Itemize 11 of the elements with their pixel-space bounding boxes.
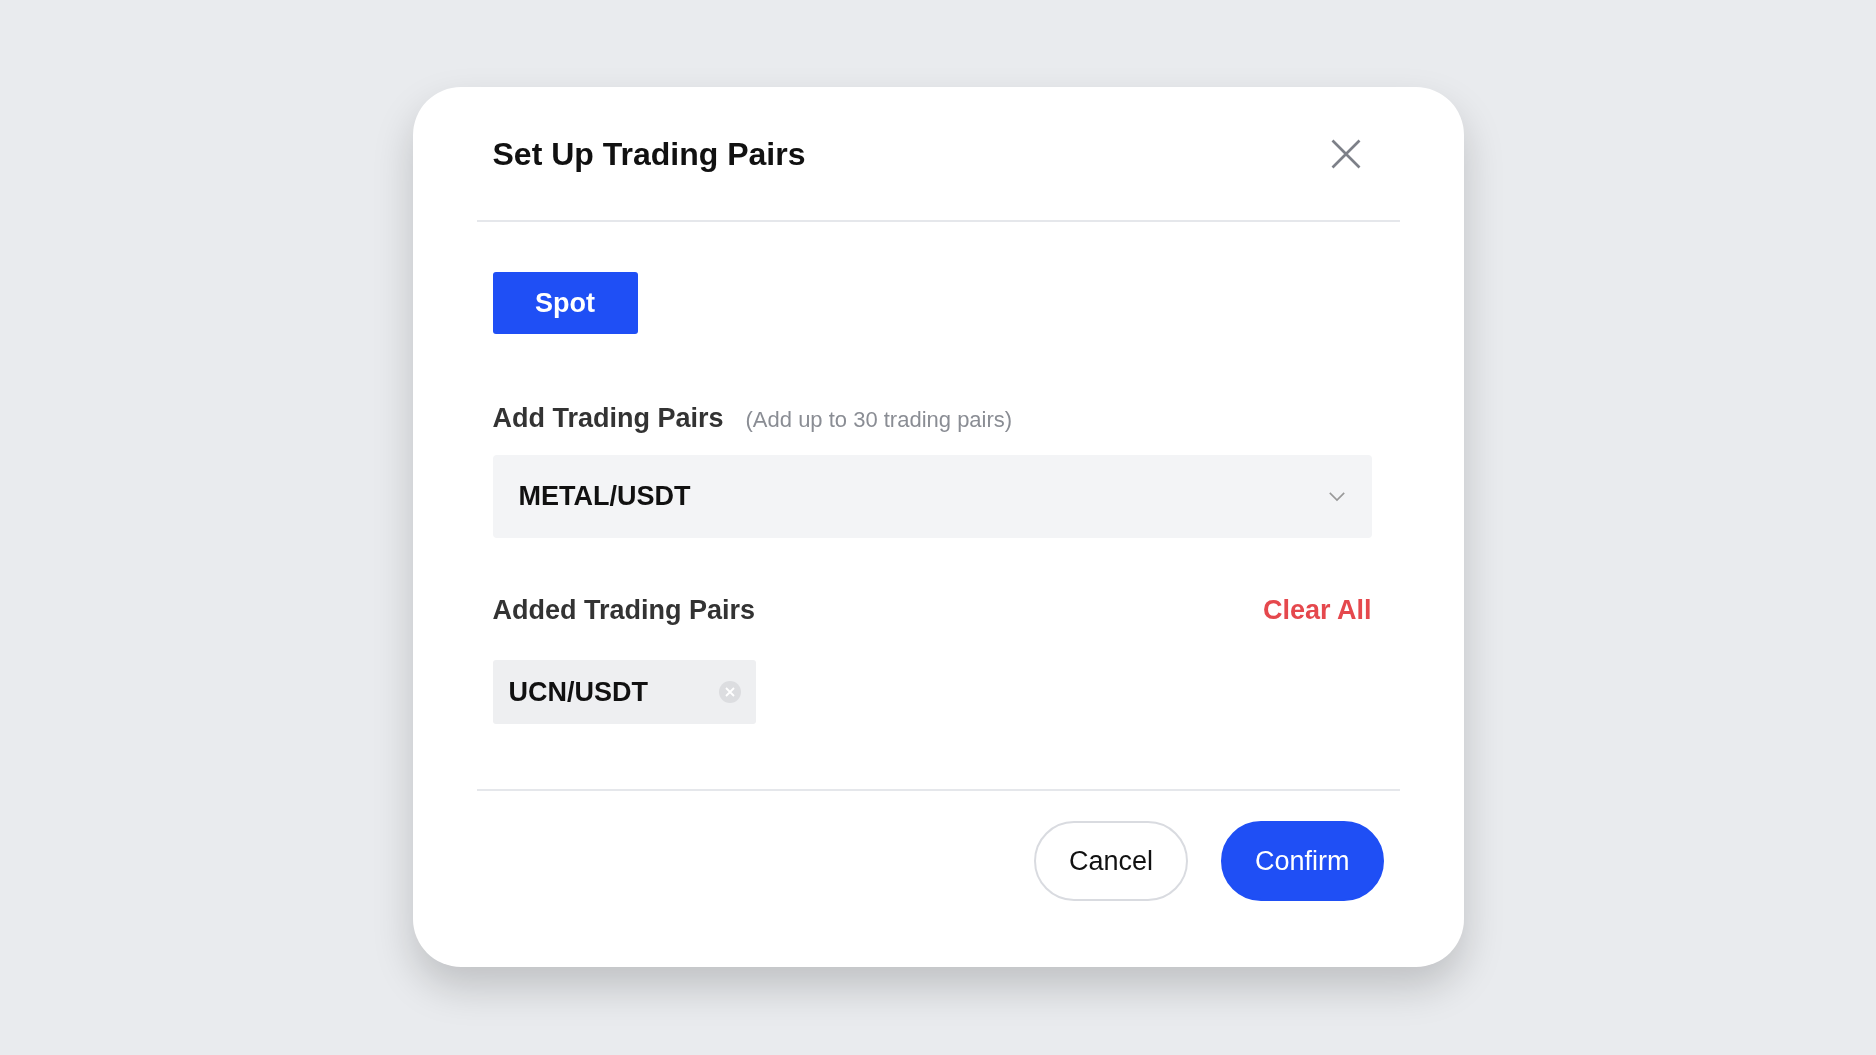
pair-select[interactable]: METAL/USDT [492,454,1372,538]
spot-tab[interactable]: Spot [492,272,638,334]
confirm-button[interactable]: Confirm [1221,821,1384,901]
section-label: Add Trading Pairs [492,402,724,435]
cancel-button[interactable]: Cancel [1034,821,1188,901]
clear-all-link[interactable]: Clear All [1262,589,1372,630]
dialog-title: Set Up Trading Pairs [492,134,806,174]
pair-label: UCN/USDT [508,675,648,709]
hint-text: (Add up to 30 trading pairs) [745,406,1013,434]
section-label: Added Trading Pairs [492,593,756,627]
chevron-icon [1327,490,1346,502]
